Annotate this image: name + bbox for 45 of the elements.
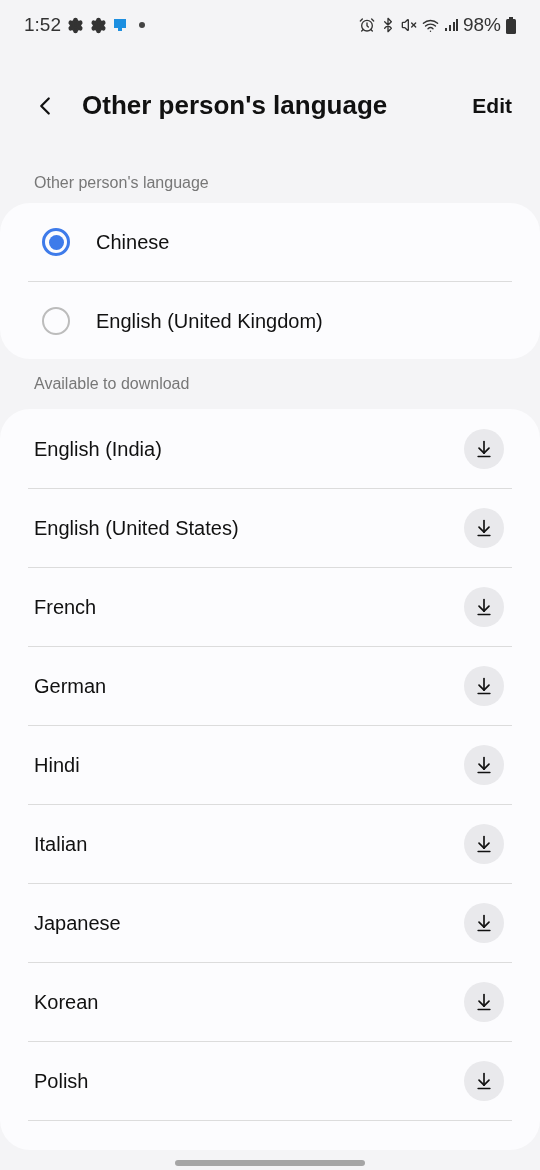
edit-button[interactable]: Edit	[472, 89, 512, 122]
section-heading: Other person's language	[33, 173, 210, 193]
battery-percent: 98%	[462, 12, 501, 37]
language-option[interactable]: Chinese	[28, 227, 170, 257]
language-name: Polish	[33, 1069, 89, 1094]
language-name: English (United States)	[33, 516, 239, 541]
language-name: Korean	[33, 990, 99, 1015]
download-button[interactable]	[464, 903, 504, 943]
language-name: French	[33, 595, 97, 620]
language-name: Japanese	[33, 911, 121, 936]
download-button[interactable]	[464, 1061, 504, 1101]
download-icon	[474, 992, 494, 1012]
download-button[interactable]	[464, 745, 504, 785]
page-title: Other person's language	[82, 89, 388, 122]
alarm-icon	[358, 17, 375, 33]
gear-icon	[67, 16, 84, 34]
mute-icon	[400, 17, 417, 33]
download-icon	[474, 755, 494, 775]
gear-icon	[90, 16, 107, 34]
download-icon	[474, 834, 494, 854]
radio-button[interactable]	[42, 228, 70, 256]
download-button[interactable]	[464, 824, 504, 864]
language-name: English (India)	[33, 436, 162, 462]
download-icon	[474, 518, 494, 538]
download-button[interactable]	[464, 428, 504, 469]
download-icon	[474, 597, 494, 617]
section-heading: Available to download	[33, 374, 191, 394]
download-button[interactable]	[464, 982, 504, 1022]
radio-button[interactable]	[42, 306, 70, 335]
signal-icon	[443, 18, 458, 32]
download-button[interactable]	[464, 508, 504, 548]
download-icon	[474, 913, 494, 933]
download-icon	[474, 1071, 494, 1091]
language-name: Hindi	[33, 753, 80, 778]
monitor-icon	[113, 18, 127, 32]
download-icon	[474, 438, 494, 459]
download-button[interactable]	[464, 587, 504, 627]
download-button[interactable]	[464, 666, 504, 706]
status-time: 1:52	[24, 12, 61, 37]
language-option[interactable]: English (United Kingdom)	[28, 305, 323, 336]
battery-icon	[506, 16, 516, 34]
language-name: Italian	[33, 832, 88, 857]
dot-icon	[139, 22, 145, 28]
language-name: German	[33, 674, 107, 699]
download-icon	[474, 676, 494, 696]
